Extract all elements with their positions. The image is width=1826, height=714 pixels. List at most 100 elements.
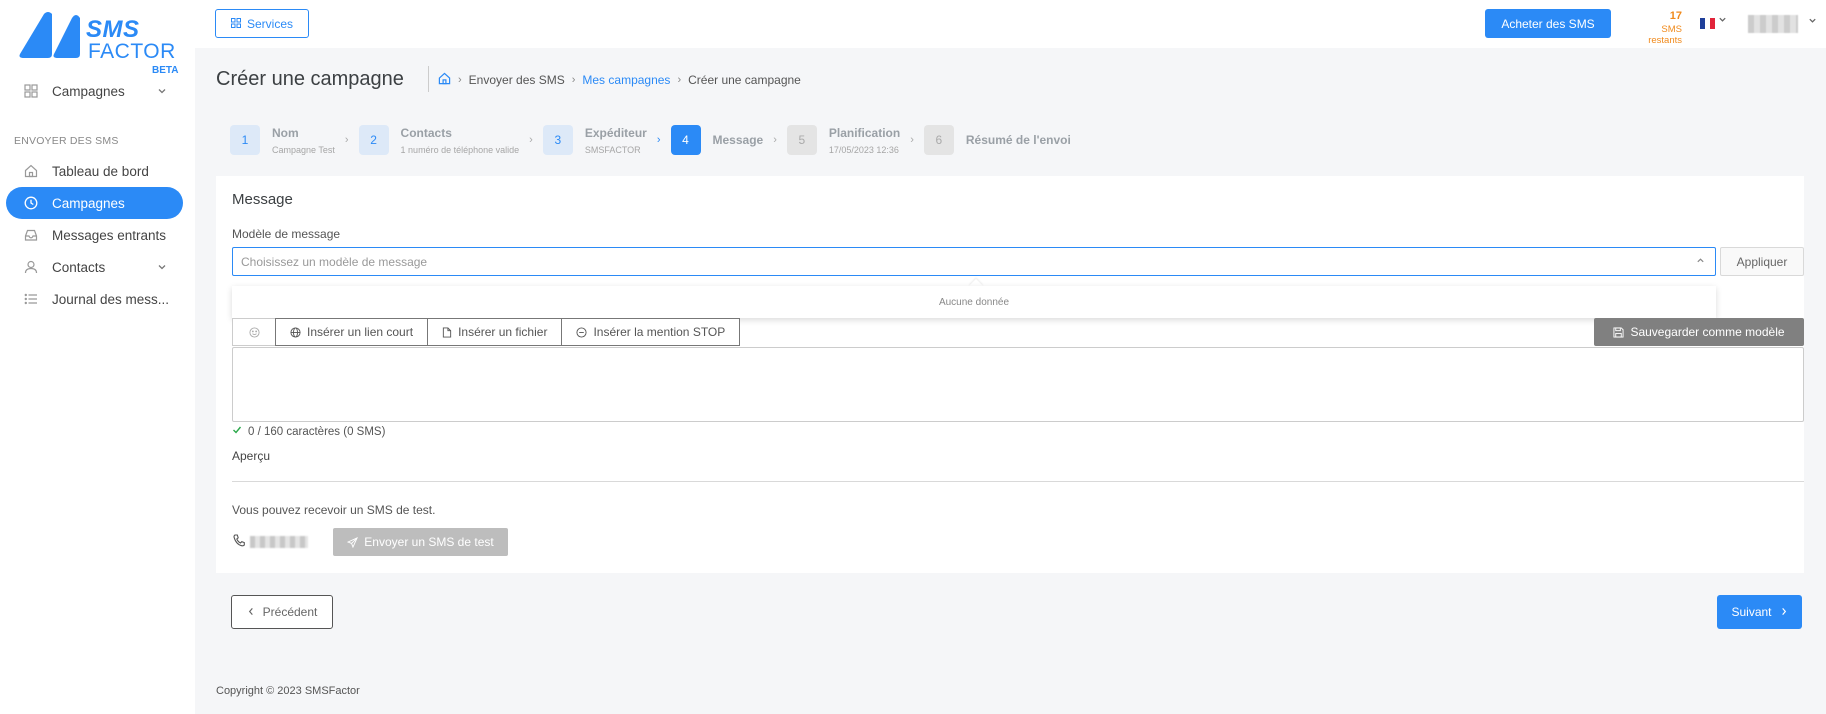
- char-count: 0 / 160 caractères (0 SMS): [232, 425, 385, 438]
- sidebar-item-messages-entrants[interactable]: Messages entrants: [6, 219, 183, 251]
- sidebar-item-campagnes[interactable]: Campagnes: [6, 187, 183, 219]
- chevron-right-icon: ›: [910, 134, 914, 146]
- chevron-right-icon: ›: [656, 134, 661, 146]
- breadcrumb-separator-icon: ›: [677, 74, 682, 86]
- divider: [232, 481, 1804, 482]
- insert-file-label: Insérer un fichier: [458, 325, 548, 339]
- sidebar-item-label: Contacts: [52, 259, 106, 275]
- save-icon: [1613, 326, 1624, 338]
- template-label: Modèle de message: [232, 227, 341, 241]
- previous-button[interactable]: Précédent: [231, 595, 333, 629]
- breadcrumb-item[interactable]: Envoyer des SMS: [469, 73, 565, 87]
- minus-circle-icon: [576, 326, 587, 338]
- step-nom[interactable]: 1 Nom Campagne Test: [230, 125, 335, 155]
- apply-button[interactable]: Appliquer: [1720, 247, 1804, 276]
- previous-label: Précédent: [262, 605, 318, 619]
- step-label: Résumé de l'envoi: [965, 133, 1071, 147]
- chevron-up-icon: [1696, 256, 1705, 267]
- next-button[interactable]: Suivant: [1717, 595, 1802, 629]
- chevron-down-icon[interactable]: [1808, 16, 1817, 27]
- phone-icon: [233, 534, 245, 548]
- step-label: Message: [712, 133, 764, 147]
- breadcrumb-current: Créer une campagne: [688, 73, 801, 87]
- sidebar-item-label: Journal des mess...: [52, 291, 170, 307]
- template-select[interactable]: Choisissez un modèle de message: [232, 247, 1716, 276]
- sidebar-item-label: Campagnes: [52, 195, 125, 211]
- services-label: Services: [246, 16, 293, 31]
- insert-short-link-button[interactable]: Insérer un lien court: [275, 318, 429, 346]
- send-icon: [347, 536, 359, 548]
- breadcrumb-separator-icon: ›: [571, 74, 576, 86]
- sidebar-item-contacts[interactable]: Contacts: [6, 251, 183, 283]
- avatar[interactable]: [1748, 15, 1798, 33]
- breadcrumb: › Envoyer des SMS › Mes campagnes › Crée…: [438, 72, 801, 88]
- smsfactor-logo[interactable]: SMS FACTOR BETA: [14, 10, 178, 76]
- chevron-left-icon: [247, 605, 255, 619]
- breadcrumb-separator-icon: ›: [458, 74, 462, 86]
- sidebar-item-label: Messages entrants: [52, 227, 167, 243]
- chevron-right-icon: ›: [344, 134, 349, 146]
- insert-file-button[interactable]: Insérer un fichier: [427, 318, 563, 346]
- step-number: 1: [230, 125, 260, 155]
- preview-label: Aperçu: [232, 449, 271, 463]
- breadcrumb-link[interactable]: Mes campagnes: [582, 73, 670, 87]
- template-placeholder: Choisissez un modèle de message: [241, 254, 428, 269]
- send-test-sms-label: Envoyer un SMS de test: [364, 535, 494, 549]
- step-contacts[interactable]: 2 Contacts 1 numéro de téléphone valide: [358, 125, 520, 155]
- check-icon: [232, 425, 242, 438]
- sidebar-item-label: Tableau de bord: [52, 163, 149, 179]
- step-message[interactable]: 4 Message: [670, 125, 764, 155]
- chevron-right-icon: ›: [529, 134, 533, 146]
- title-divider: [428, 66, 429, 92]
- sidebar-item-campagnes-top[interactable]: Campagnes: [6, 75, 183, 107]
- insert-stop-label: Insérer la mention STOP: [593, 325, 726, 339]
- chevron-down-icon: [157, 84, 167, 99]
- file-icon: [442, 326, 452, 338]
- sidebar-item-label: Campagnes: [52, 83, 125, 99]
- chevron-down-icon[interactable]: [1718, 15, 1727, 26]
- send-test-sms-button[interactable]: Envoyer un SMS de test: [333, 528, 508, 556]
- sidebar-section-label: ENVOYER DES SMS: [14, 135, 119, 147]
- emoji-button[interactable]: [232, 318, 276, 346]
- step-number: 6: [923, 125, 954, 155]
- services-button[interactable]: Services: [215, 9, 309, 38]
- logo-mark-icon: [19, 12, 80, 58]
- sidebar-item-tableau-de-bord[interactable]: Tableau de bord: [6, 155, 183, 187]
- logo-text-factor: FACTOR: [88, 40, 176, 63]
- dropdown-empty-text: Aucune donnée: [938, 296, 1010, 308]
- step-number: 3: [542, 125, 573, 155]
- grid-icon: [22, 82, 40, 100]
- message-textarea[interactable]: [232, 347, 1804, 422]
- save-as-template-button[interactable]: Sauvegarder comme modèle: [1594, 318, 1804, 346]
- inbox-icon: [22, 226, 40, 244]
- step-sub: 1 numéro de téléphone valide: [400, 144, 520, 155]
- home-icon[interactable]: [438, 72, 451, 88]
- french-flag-icon[interactable]: [1700, 18, 1715, 29]
- step-planification[interactable]: 5 Planification 17/05/2023 12:36: [786, 125, 901, 155]
- phone-number-field[interactable]: [250, 536, 308, 548]
- list-icon: [22, 290, 40, 308]
- insert-stop-button[interactable]: Insérer la mention STOP: [561, 318, 741, 346]
- save-as-template-label: Sauvegarder comme modèle: [1630, 325, 1785, 339]
- step-sub: 17/05/2023 12:36: [828, 144, 899, 155]
- grid-icon: [230, 17, 241, 31]
- sms-credits: 17 SMS restants: [1626, 10, 1682, 46]
- step-label: Planification: [828, 125, 901, 140]
- step-label: Expéditeur: [584, 125, 647, 140]
- step-resume[interactable]: 6 Résumé de l'envoi: [923, 125, 1071, 155]
- chevron-down-icon: [157, 260, 167, 275]
- step-label: Contacts: [400, 125, 452, 140]
- smiley-icon: [248, 326, 260, 338]
- sidebar-item-journal[interactable]: Journal des mess...: [6, 283, 183, 315]
- step-expediteur[interactable]: 3 Expéditeur SMSFACTOR: [542, 125, 647, 155]
- home-icon: [22, 162, 40, 180]
- credits-count: 17: [1669, 10, 1682, 22]
- insert-short-link-label: Insérer un lien court: [307, 325, 414, 339]
- page-title: Créer une campagne: [216, 68, 404, 90]
- user-icon: [22, 258, 40, 276]
- chevron-right-icon: [1780, 605, 1788, 619]
- step-number: 2: [358, 125, 389, 155]
- buy-sms-button[interactable]: Acheter des SMS: [1485, 9, 1611, 38]
- sidebar: SMS FACTOR BETA Campagnes ENVOYER DES SM…: [0, 0, 195, 714]
- top-bar: Services Acheter des SMS 17 SMS restants: [195, 0, 1826, 48]
